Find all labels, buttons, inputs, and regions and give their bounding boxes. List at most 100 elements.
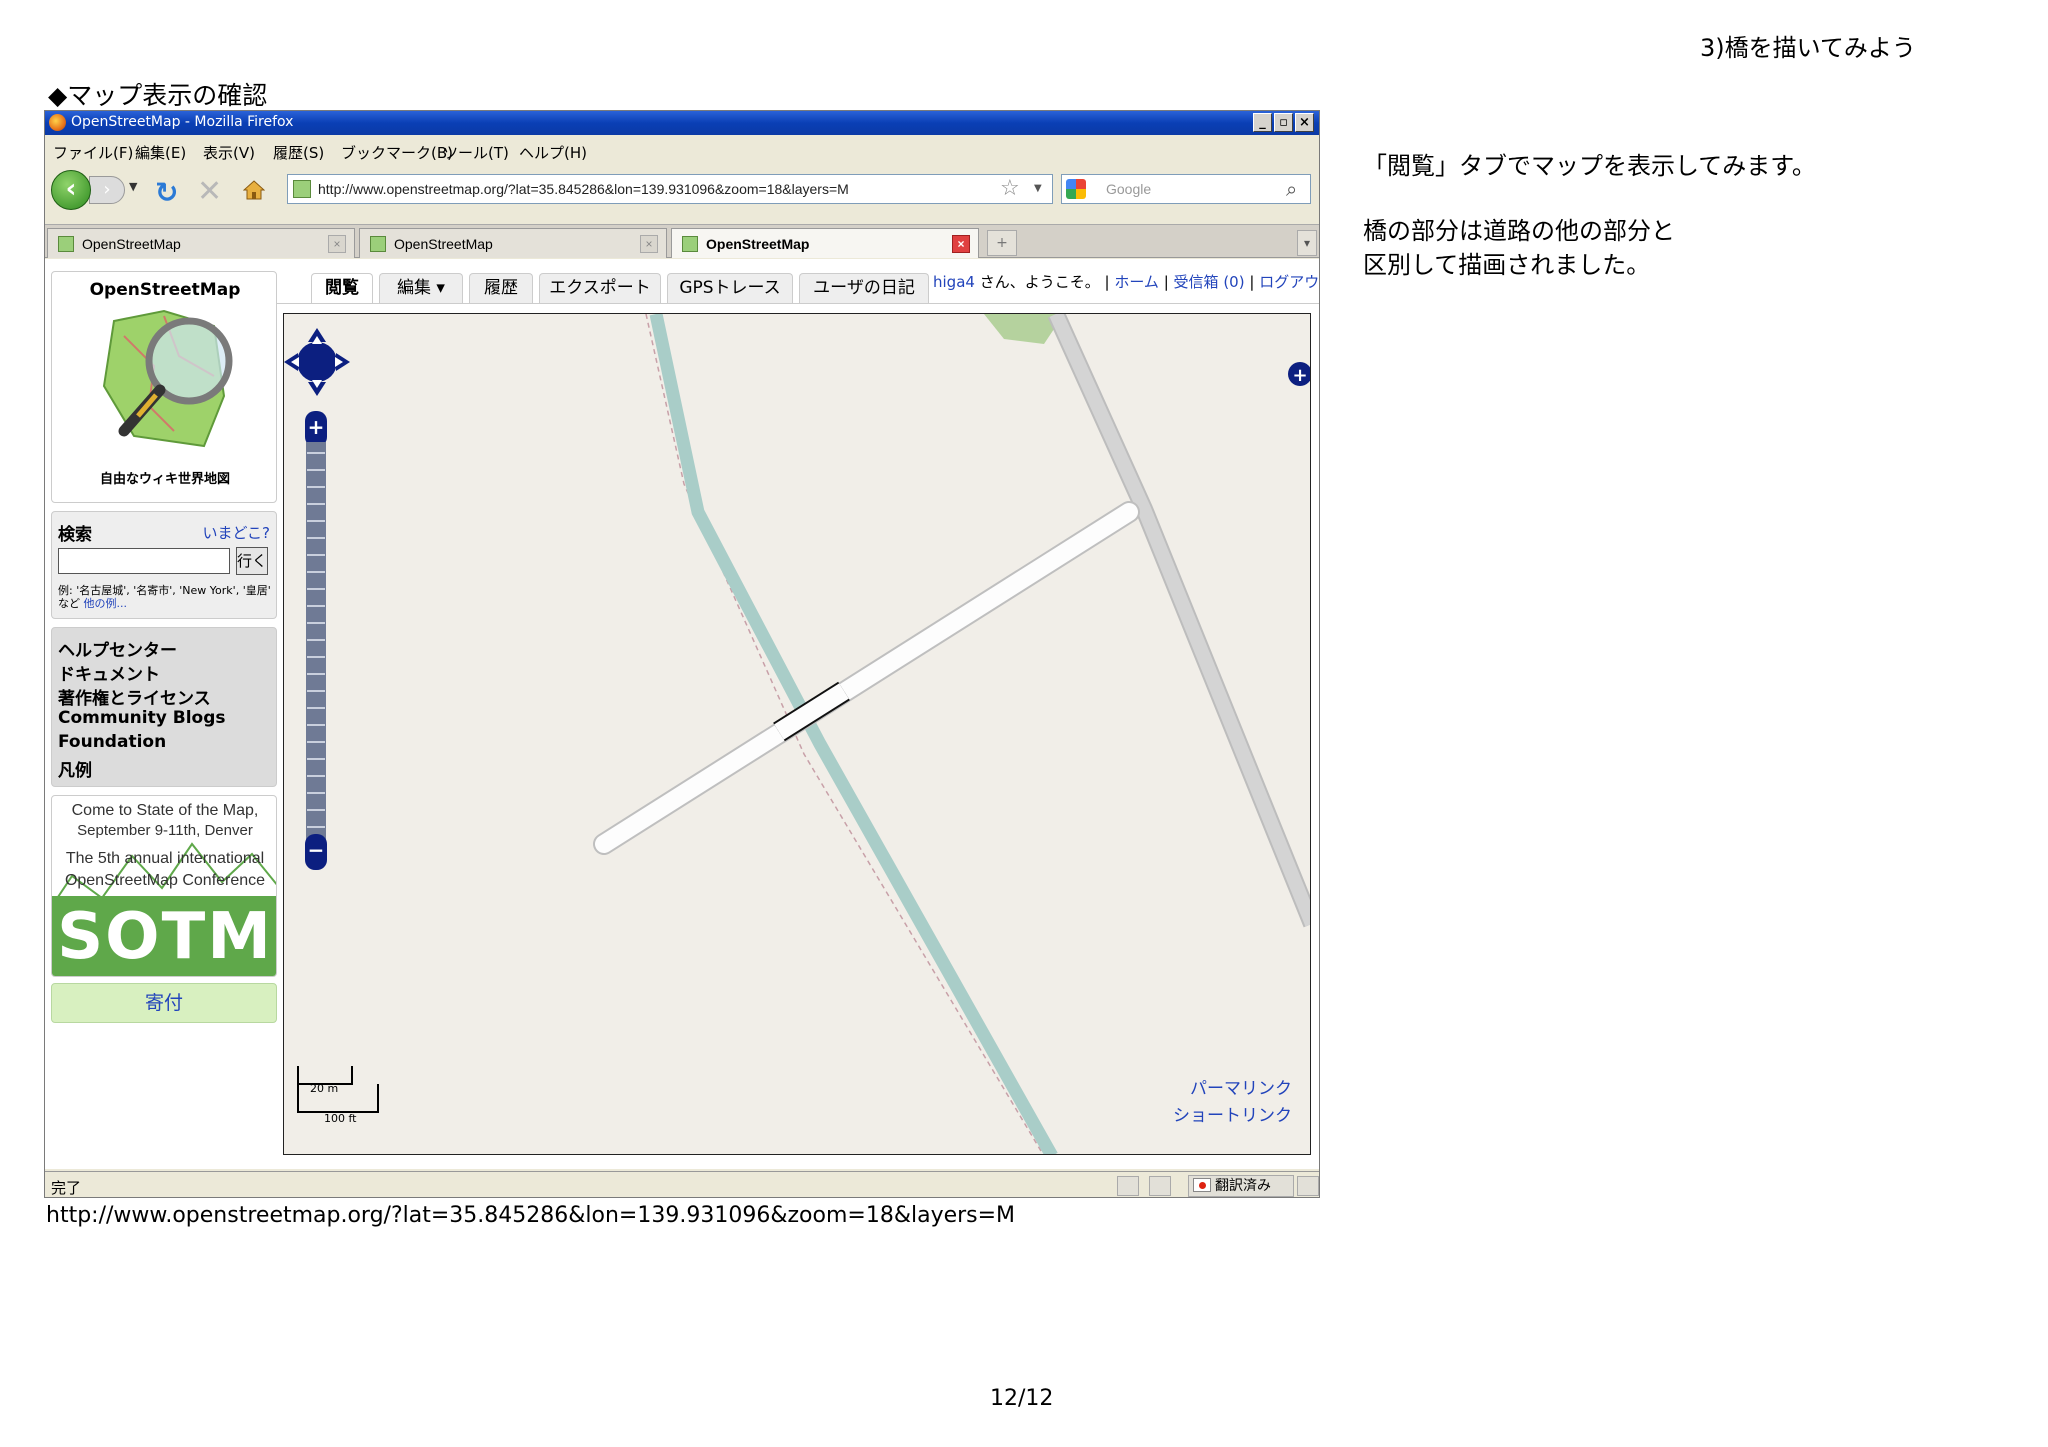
sotm-line-3: The 5th annual international — [65, 850, 265, 867]
svg-text:+: + — [1292, 365, 1307, 386]
road-right[interactable] — [1049, 314, 1311, 927]
osm-logo[interactable] — [94, 306, 244, 456]
menu-tools[interactable]: ツール(T) — [443, 142, 509, 163]
pan-control[interactable] — [284, 328, 350, 396]
reload-icon[interactable]: ↻ — [155, 176, 178, 209]
search-icon[interactable]: ⌕ — [1286, 177, 1297, 201]
description-2-line1: 橋の部分は道路の他の部分と — [1363, 217, 1675, 245]
separator: | — [1104, 273, 1110, 291]
river[interactable] — [649, 314, 1058, 1155]
zoom-tick — [307, 554, 325, 556]
tab-favicon — [682, 236, 698, 252]
road-bridge-way[interactable] — [595, 503, 1138, 853]
tab-user-diaries[interactable]: ユーザの日記 — [799, 273, 929, 303]
menu-history[interactable]: 履歴(S) — [273, 142, 324, 163]
zoom-tick — [307, 639, 325, 641]
tab-close-icon[interactable]: × — [640, 235, 658, 253]
zoom-tick — [307, 775, 325, 777]
history-dropdown-icon[interactable]: ▼ — [129, 180, 137, 193]
sotm-banner[interactable]: Come to State of the Map, September 9-11… — [51, 795, 277, 977]
title-bar[interactable]: OpenStreetMap - Mozilla Firefox _ ▫ × — [45, 111, 1319, 135]
documentation-link[interactable]: ドキュメント — [58, 660, 160, 685]
status-bar: 完了 翻訳済み — [45, 1171, 1319, 1197]
tab-gps-traces[interactable]: GPSトレース — [667, 273, 793, 303]
logout-link[interactable]: ログアウト — [1259, 273, 1319, 291]
close-window-button[interactable]: × — [1295, 113, 1314, 132]
bookmark-star-icon[interactable]: ☆ — [1000, 176, 1020, 201]
extension-icon[interactable] — [1297, 1176, 1319, 1196]
username-link[interactable]: higa4 — [933, 273, 975, 291]
menu-help[interactable]: ヘルプ(H) — [519, 142, 587, 163]
search-placeholder[interactable]: Google — [1106, 181, 1151, 197]
search-input[interactable] — [58, 548, 230, 574]
search-label: 検索 — [58, 525, 92, 545]
back-icon[interactable]: ‹ — [51, 170, 91, 210]
description-2: 橋の部分は道路の他の部分と 区別して描画されました。 — [1363, 214, 1675, 282]
community-blogs-link[interactable]: Community Blogs — [58, 708, 226, 728]
svg-text:+: + — [308, 415, 325, 439]
stop-icon[interactable]: ✕ — [197, 174, 222, 209]
minimize-button[interactable]: _ — [1253, 113, 1272, 132]
browser-tab-1[interactable]: OpenStreetMap × — [47, 228, 355, 258]
separator: | — [1163, 273, 1169, 291]
tab-close-icon[interactable]: × — [952, 235, 970, 253]
sotm-line-2: September 9-11th, Denver — [77, 822, 253, 839]
addon-icon[interactable] — [1117, 1176, 1139, 1196]
map-key-link[interactable]: 凡例 — [58, 756, 92, 781]
permalink-link[interactable]: パーマリンク — [1190, 1074, 1292, 1099]
donate-button[interactable]: 寄付 — [51, 983, 277, 1023]
tab-history[interactable]: 履歴 — [469, 273, 533, 303]
menu-view[interactable]: 表示(V) — [203, 142, 255, 163]
new-tab-icon[interactable]: + — [987, 230, 1017, 256]
menu-edit[interactable]: 編集(E) — [135, 142, 186, 163]
zoom-tick — [307, 520, 325, 522]
browser-tab-3[interactable]: OpenStreetMap × — [671, 228, 979, 258]
url-caption: http://www.openstreetmap.org/?lat=35.845… — [46, 1203, 1016, 1228]
sotm-line-1: Come to State of the Map, — [71, 802, 259, 819]
browser-tab-2[interactable]: OpenStreetMap × — [359, 228, 667, 258]
address-bar[interactable]: http://www.openstreetmap.org/?lat=35.845… — [287, 174, 1053, 204]
tool-icon[interactable] — [1149, 1176, 1171, 1196]
search-go-button[interactable]: 行く — [236, 547, 268, 575]
foundation-link[interactable]: Foundation — [58, 732, 166, 752]
greeting-text: さん、ようこそ。 — [979, 273, 1100, 291]
tab-list-icon[interactable]: ▾ — [1297, 230, 1317, 256]
shortlink-link[interactable]: ショートリンク — [1173, 1101, 1292, 1126]
browser-window: OpenStreetMap - Mozilla Firefox _ ▫ × ファ… — [44, 110, 1320, 1198]
window-title: OpenStreetMap - Mozilla Firefox — [71, 114, 294, 130]
maximize-button[interactable]: ▫ — [1274, 113, 1293, 132]
forward-icon[interactable]: › — [89, 176, 125, 204]
google-icon[interactable] — [1066, 179, 1086, 199]
scale-metric-label: 20 m — [310, 1082, 339, 1095]
address-dropdown-icon[interactable]: ▼ — [1034, 183, 1042, 194]
map-canvas[interactable]: + − + — [284, 314, 1311, 1155]
translate-status[interactable]: 翻訳済み — [1188, 1175, 1294, 1197]
page-number: 12/12 — [990, 1386, 1054, 1411]
where-am-i-link[interactable]: いまどこ? — [202, 522, 270, 543]
svg-text:−: − — [308, 838, 325, 862]
status-text: 完了 — [51, 1179, 82, 1197]
menu-file[interactable]: ファイル(F) — [53, 142, 133, 163]
tab-edit[interactable]: 編集 ▾ — [379, 273, 463, 303]
tab-view[interactable]: 閲覧 — [311, 273, 373, 304]
tab-close-icon[interactable]: × — [328, 235, 346, 253]
zoom-tick — [307, 690, 325, 692]
address-text[interactable]: http://www.openstreetmap.org/?lat=35.845… — [318, 181, 849, 197]
description-1: 「閲覧」タブでマップを表示してみます。 — [1363, 152, 1816, 180]
menu-bookmarks[interactable]: ブックマーク(B) — [341, 142, 453, 163]
scale-imperial-label: 100 ft — [324, 1112, 357, 1125]
home-link[interactable]: ホーム — [1114, 273, 1159, 291]
map-view[interactable]: + − + 20 m 100 ft パーマリンク ショートリンク — [283, 313, 1311, 1155]
site-favicon — [293, 180, 311, 198]
home-icon[interactable] — [243, 180, 265, 200]
tab-label: OpenStreetMap — [706, 236, 810, 252]
help-center-link[interactable]: ヘルプセンター — [58, 636, 177, 661]
more-examples-link[interactable]: 他の例... — [84, 597, 128, 610]
separator: | — [1249, 273, 1255, 291]
layer-switcher-icon[interactable]: + — [1288, 362, 1311, 386]
search-engine-bar[interactable]: Google ⌕ — [1061, 174, 1311, 204]
japan-flag-icon — [1193, 1178, 1211, 1192]
tab-export[interactable]: エクスポート — [539, 273, 661, 303]
copyright-link[interactable]: 著作権とライセンス — [58, 684, 211, 709]
inbox-link[interactable]: 受信箱 (0) — [1174, 273, 1245, 291]
